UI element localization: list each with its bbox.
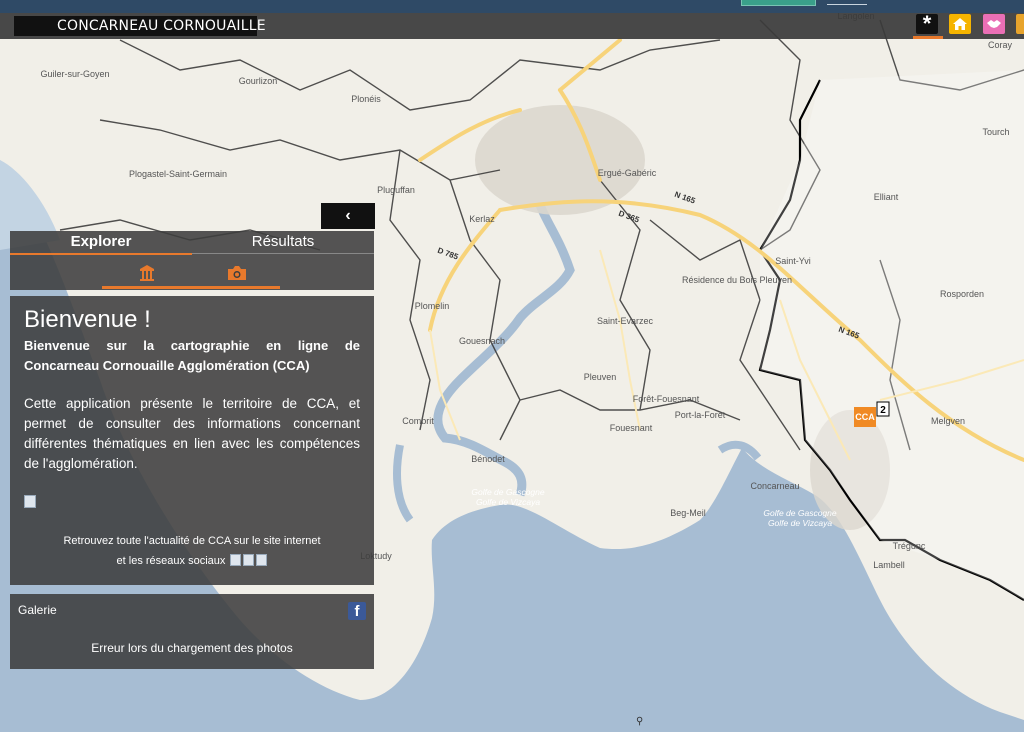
map-place-label: Bénodet bbox=[471, 454, 505, 464]
top-bar-button[interactable] bbox=[741, 0, 816, 6]
sidebar-tabs: Explorer Résultats bbox=[10, 231, 374, 290]
camera-icon-shape bbox=[228, 266, 246, 280]
collapse-panel-button[interactable]: ‹ bbox=[321, 203, 375, 229]
handshake-icon[interactable] bbox=[983, 14, 1005, 34]
map-place-label: Concarneau bbox=[750, 481, 799, 491]
facebook-icon[interactable]: f bbox=[348, 602, 366, 620]
map-place-label: Trégunc bbox=[893, 541, 926, 551]
map-place-label: Coray bbox=[988, 40, 1013, 50]
map-place-label: Gouesnach bbox=[459, 336, 505, 346]
map-place-label: Beg-Meil bbox=[670, 508, 706, 518]
map-place-label: Tourch bbox=[982, 127, 1009, 137]
map-place-label: Kerlaz bbox=[469, 214, 495, 224]
map-place-label: Résidence du Bois Pleuven bbox=[682, 275, 792, 285]
map-place-label: Guiler-sur-Goyen bbox=[40, 69, 109, 79]
active-subtab-indicator bbox=[102, 286, 280, 289]
map-place-label: Plomelin bbox=[415, 301, 450, 311]
map-place-label: Elliant bbox=[874, 192, 899, 202]
home-icon-shape bbox=[953, 18, 967, 30]
social-link-icon-3[interactable] bbox=[256, 554, 268, 566]
map-place-label: Fouesnant bbox=[610, 423, 653, 433]
tab-explorer[interactable]: Explorer bbox=[10, 231, 192, 253]
tab-divider bbox=[192, 253, 374, 254]
svg-text:CCA: CCA bbox=[855, 412, 875, 422]
camera-icon[interactable] bbox=[226, 263, 248, 283]
monument-icon-shape bbox=[140, 265, 154, 281]
welcome-panel: Bienvenue ! Bienvenue sur la cartographi… bbox=[10, 296, 374, 585]
svg-text:⚲: ⚲ bbox=[636, 716, 643, 727]
top-bar-link[interactable] bbox=[827, 4, 867, 5]
cca-marker[interactable]: CCA bbox=[854, 407, 876, 427]
active-tab-indicator bbox=[10, 253, 192, 255]
map-place-label: Lambell bbox=[873, 560, 905, 570]
handshake-icon-shape bbox=[987, 20, 1001, 28]
tab-resultats[interactable]: Résultats bbox=[192, 231, 374, 253]
map-place-label: Port-la-Forêt bbox=[675, 410, 726, 420]
gallery-title: Galerie bbox=[18, 603, 57, 617]
map-place-label: Rosporden bbox=[940, 289, 984, 299]
more-tools-icon[interactable] bbox=[1016, 14, 1024, 34]
welcome-description: Cette application présente le territoire… bbox=[24, 396, 360, 471]
asterisk-icon[interactable]: * bbox=[916, 13, 938, 35]
gallery-error-message: Erreur lors du chargement des photos bbox=[91, 641, 293, 655]
welcome-subtitle: Bienvenue sur la cartographie en ligne d… bbox=[24, 338, 360, 373]
map-place-label: Ergué-Gabéric bbox=[598, 168, 657, 178]
map-place-label: Pluguffan bbox=[377, 185, 415, 195]
cluster-marker[interactable]: 2 bbox=[876, 401, 890, 417]
gallery-panel: Galerie f Erreur lors du chargement des … bbox=[10, 594, 374, 669]
map-place-label: Plonéis bbox=[351, 94, 381, 104]
news-text: Retrouvez toute l'actualité de CCA sur l… bbox=[10, 534, 374, 548]
map-place-label: Plogastel-Saint-Germain bbox=[129, 169, 227, 179]
home-icon[interactable] bbox=[949, 14, 971, 34]
map-place-label: Forêt-Fouesnant bbox=[633, 394, 700, 404]
top-navigation-bar bbox=[0, 0, 1024, 13]
social-links: et les réseaux sociaux bbox=[10, 554, 374, 568]
map-place-label: Pleuven bbox=[584, 372, 617, 382]
svg-text:2: 2 bbox=[880, 405, 886, 416]
news-text-label: Retrouvez toute l'actualité de CCA sur l… bbox=[63, 535, 321, 547]
map-place-label: Saint-Evarzec bbox=[597, 316, 654, 326]
map-place-label: Combrit bbox=[402, 416, 434, 426]
monument-icon[interactable] bbox=[136, 263, 158, 283]
map-place-label: Melgven bbox=[931, 416, 965, 426]
map-place-label: Gourlizon bbox=[239, 76, 278, 86]
social-link-icon-1[interactable] bbox=[230, 554, 242, 566]
map-place-label: Saint-Yvi bbox=[775, 256, 811, 266]
social-text-label: et les réseaux sociaux bbox=[116, 555, 226, 567]
welcome-title: Bienvenue ! bbox=[24, 306, 151, 333]
social-link-icon-2[interactable] bbox=[243, 554, 255, 566]
active-tool-indicator bbox=[913, 36, 943, 39]
map-sea-label: Golfe de Gascogne Golfe de Vizcaya bbox=[763, 508, 837, 528]
app-logo[interactable]: CONCARNEAU CORNOUAILLE bbox=[14, 16, 266, 36]
map-sea-label: Golfe de Gascogne Golfe de Vizcaya bbox=[471, 487, 545, 507]
broken-image-icon bbox=[24, 495, 36, 508]
